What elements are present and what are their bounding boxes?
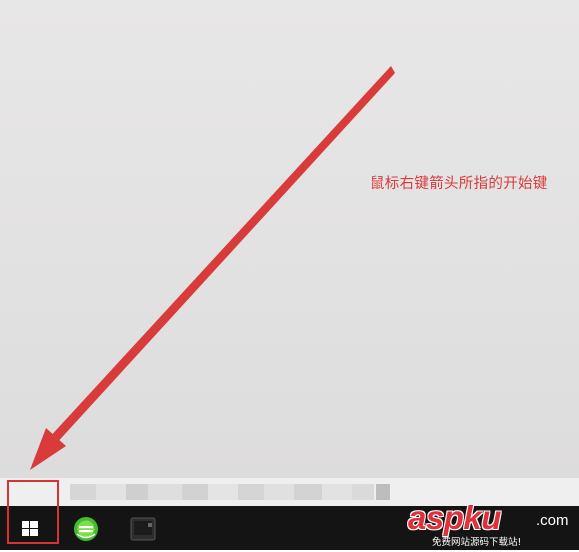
- media-app-icon: [130, 517, 156, 541]
- watermark-logo: aspku: [408, 499, 501, 536]
- site-watermark: aspku .com 免费网站源码下载站!: [408, 499, 578, 549]
- watermark-suffix: .com: [536, 512, 569, 529]
- screen: 鼠标右键箭头所指的开始键 aspku .com 免费网站源码下载站!: [0, 0, 579, 550]
- watermark-caption: 免费网站源码下载站!: [432, 537, 522, 548]
- start-button-highlight: [7, 480, 59, 544]
- annotation-text: 鼠标右键箭头所指的开始键: [370, 176, 548, 192]
- browser-icon: [74, 517, 98, 541]
- desktop-background: [0, 0, 579, 478]
- taskbar-media-app[interactable]: [124, 510, 164, 548]
- taskbar-browser-app[interactable]: [67, 510, 107, 548]
